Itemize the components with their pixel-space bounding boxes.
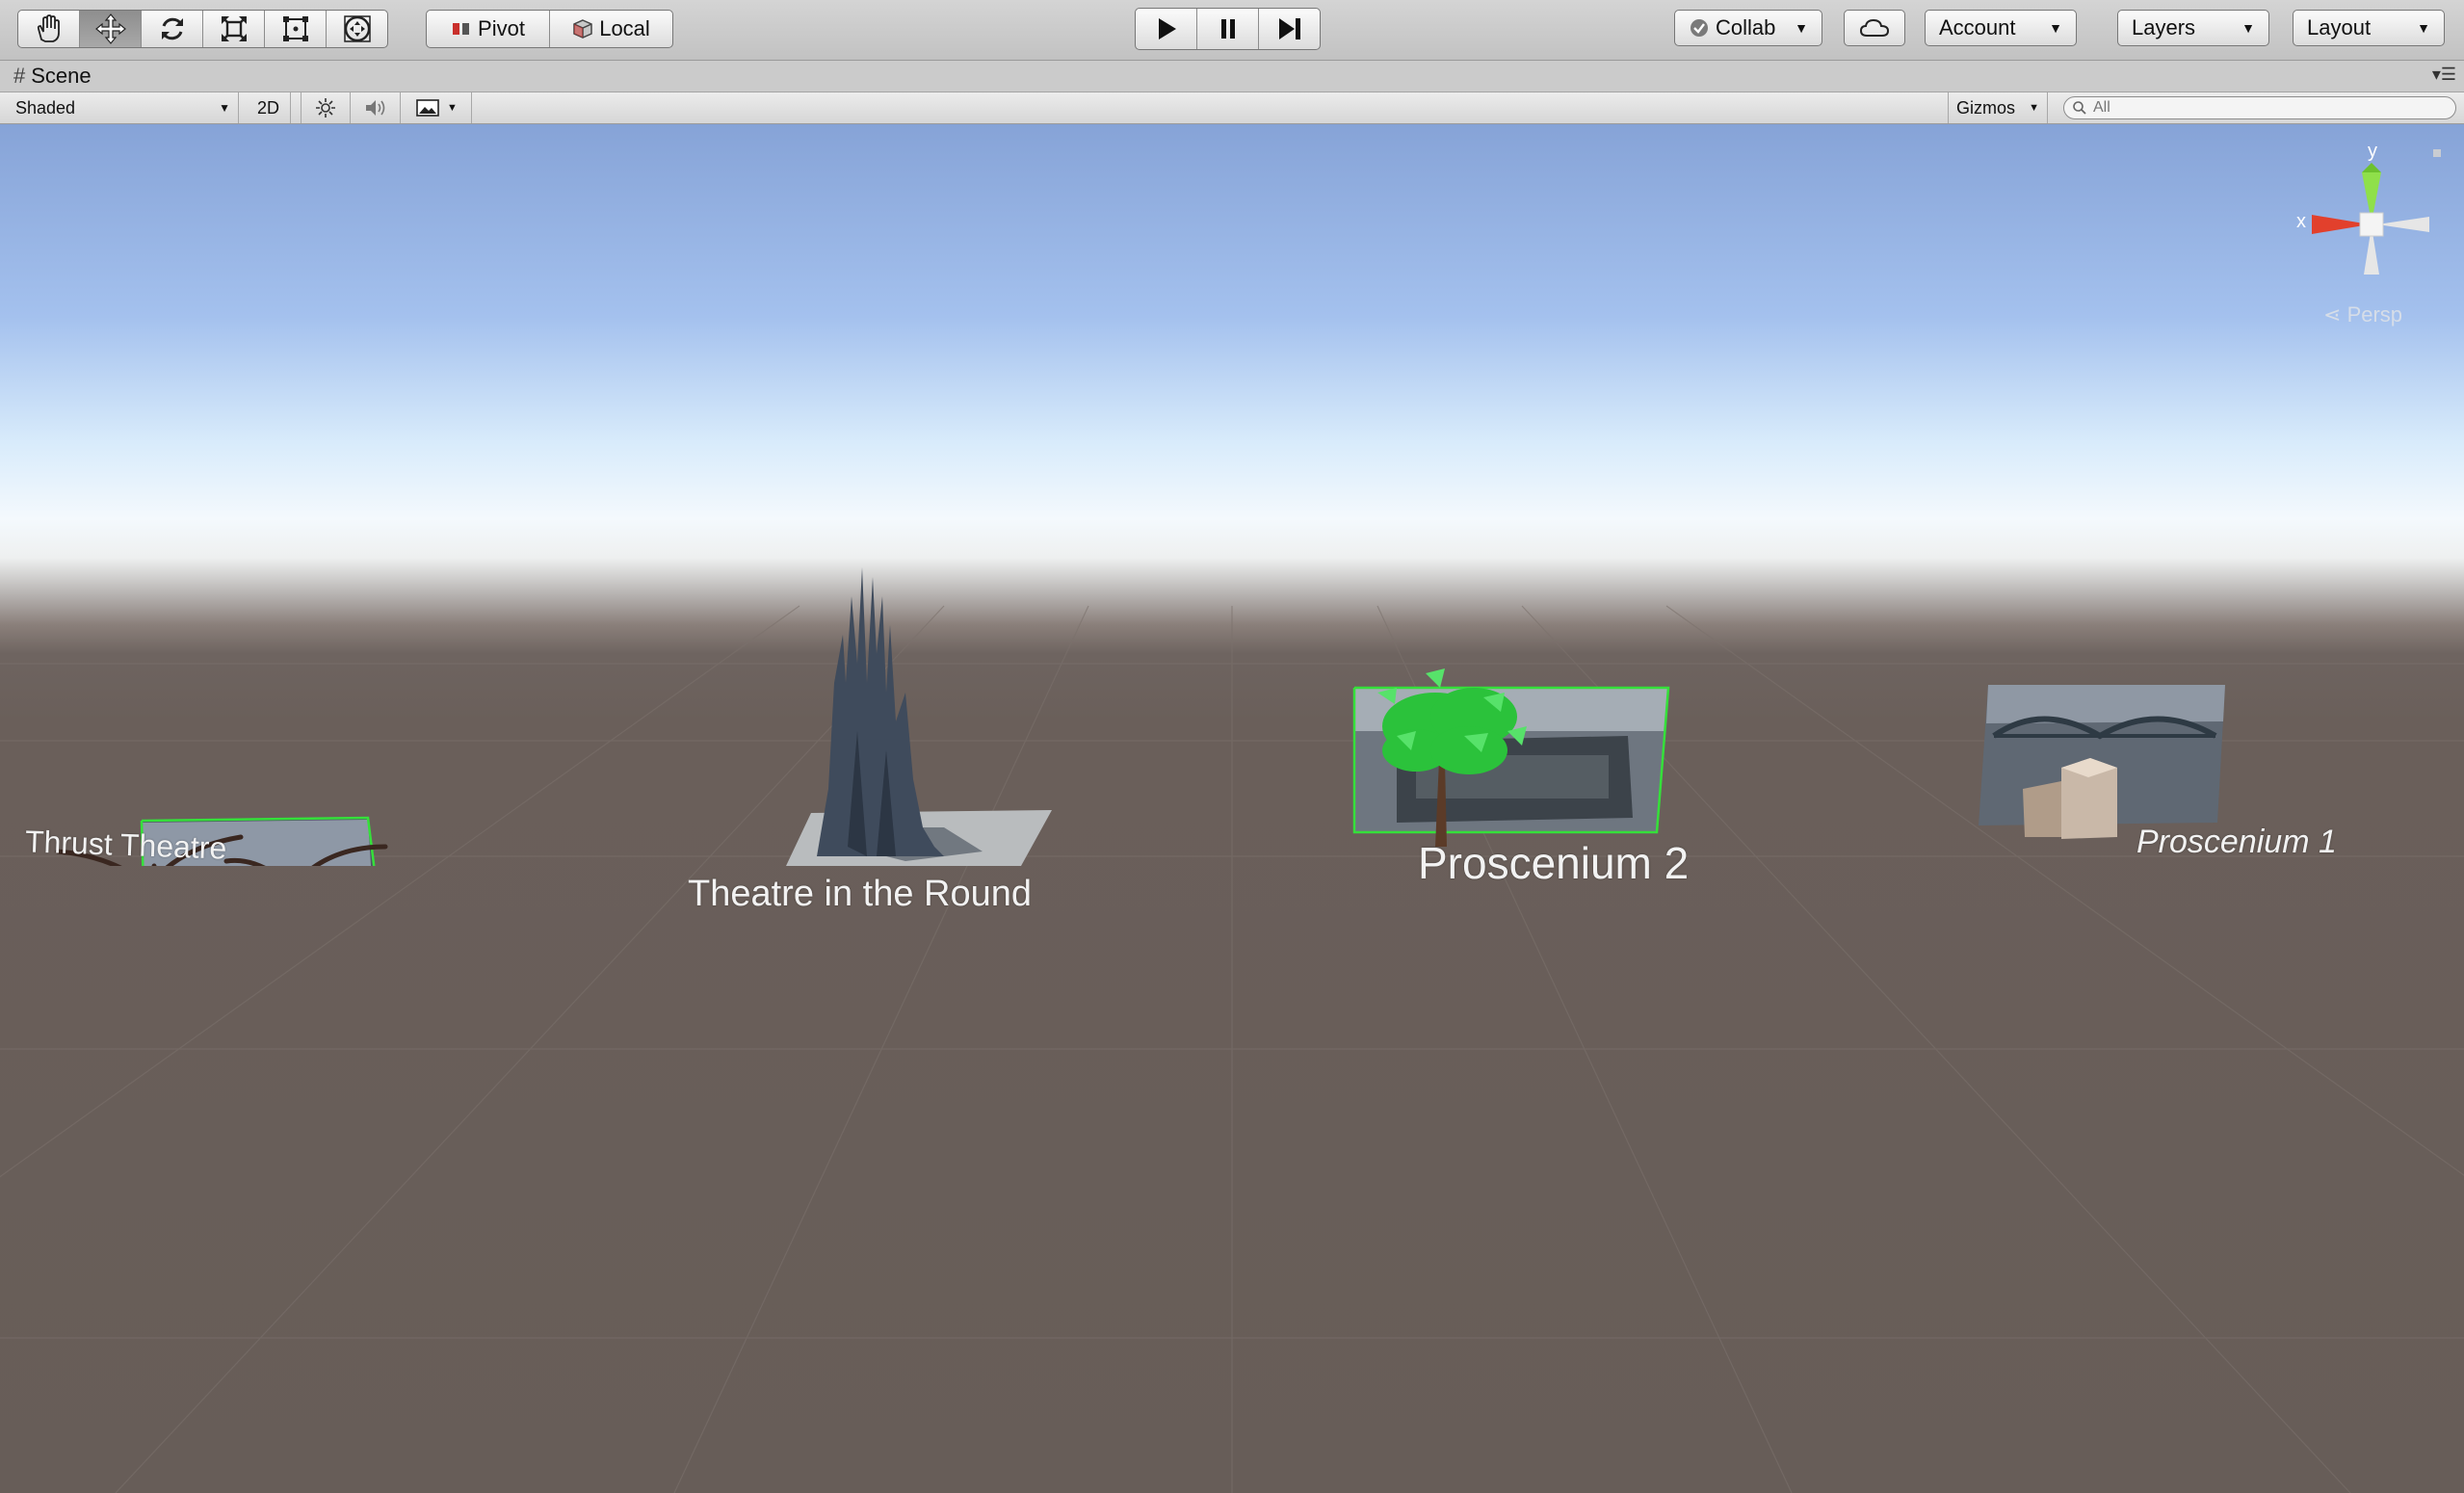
rotate-icon xyxy=(161,17,183,40)
search-icon xyxy=(2073,101,2086,115)
scale-icon xyxy=(221,16,247,41)
y-axis-label: y xyxy=(2368,141,2377,162)
play-icon xyxy=(1158,18,1176,39)
shading-mode-label: Shaded xyxy=(15,97,76,118)
main-toolbar: Pivot Local Collab ▼ Account ▼ Layers ▼ … xyxy=(0,0,2464,61)
gizmos-label: Gizmos xyxy=(1956,97,2016,118)
scene-tab-header: # Scene ▾☰ xyxy=(0,61,2464,92)
cloud-icon xyxy=(1859,18,1890,37)
rect-tool-button[interactable] xyxy=(265,11,327,47)
thrust-theatre-label: Thrust Theatre xyxy=(24,824,227,866)
transform-tool-button[interactable] xyxy=(327,11,387,47)
local-cube-icon xyxy=(573,19,592,39)
x-axis-label: x xyxy=(2296,211,2306,232)
collab-label: Collab xyxy=(1716,15,1776,39)
gizmo-center-cube[interactable] xyxy=(2359,212,2384,237)
scale-tool-button[interactable] xyxy=(203,11,265,47)
persp-arrow-icon: ⋖ xyxy=(2323,302,2342,327)
cloud-services-button[interactable] xyxy=(1844,10,1905,46)
scene-control-bar: Shaded ▼ 2D ▼ Gizmos ▼ xyxy=(0,92,2464,124)
chevron-down-icon: ▼ xyxy=(219,101,230,115)
scene-search-field[interactable] xyxy=(2063,96,2456,119)
step-icon xyxy=(1278,18,1300,39)
proscenium-2-label: Proscenium 2 xyxy=(1418,838,1690,888)
grid-icon: # xyxy=(13,64,26,88)
pivot-label: Pivot xyxy=(478,16,525,40)
layers-label: Layers xyxy=(2132,15,2196,39)
chevron-down-icon: ▼ xyxy=(2417,20,2430,36)
shading-mode-dropdown[interactable]: Shaded ▼ xyxy=(0,92,239,123)
audio-toggle[interactable] xyxy=(351,92,401,123)
tab-menu-icon[interactable]: ▾☰ xyxy=(2432,65,2456,85)
chevron-down-icon: ▼ xyxy=(2049,20,2062,36)
tab-scene[interactable]: # Scene xyxy=(13,64,92,89)
chevron-down-icon: ▼ xyxy=(2241,20,2255,36)
2d-label: 2D xyxy=(256,97,279,118)
pivot-icon xyxy=(453,23,470,35)
move-arrows-icon xyxy=(94,13,126,44)
transform-tools xyxy=(17,10,388,48)
neg-x-axis-cone[interactable] xyxy=(2377,217,2429,232)
search-input[interactable] xyxy=(2091,98,2442,118)
pause-icon xyxy=(1220,19,1235,39)
pivot-rotation-toggle: Pivot Local xyxy=(426,10,673,48)
image-icon xyxy=(416,99,439,117)
play-button[interactable] xyxy=(1136,9,1197,49)
move-tool-button[interactable] xyxy=(80,11,142,47)
pause-button[interactable] xyxy=(1197,9,1259,49)
scene-tab-title: Scene xyxy=(31,64,92,88)
play-controls xyxy=(1135,8,1321,50)
theatre-in-the-round-object[interactable] xyxy=(713,538,1060,904)
chevron-down-icon: ▼ xyxy=(1795,20,1808,36)
persp-text: Persp xyxy=(2346,302,2403,327)
account-dropdown[interactable]: Account ▼ xyxy=(1925,10,2077,46)
scene-viewport[interactable]: Thrust Theatre Theatre in the Round Pros… xyxy=(0,124,2464,1493)
hand-icon xyxy=(37,14,60,42)
layout-label: Layout xyxy=(2307,15,2372,39)
proscenium-1-label: Proscenium 1 xyxy=(2136,824,2337,860)
effects-dropdown[interactable]: ▼ xyxy=(403,92,472,123)
account-label: Account xyxy=(1939,15,2016,39)
chevron-down-icon: ▼ xyxy=(2029,102,2039,114)
2d-mode-toggle[interactable]: 2D xyxy=(247,92,291,123)
layers-dropdown[interactable]: Layers ▼ xyxy=(2117,10,2269,46)
layout-dropdown[interactable]: Layout ▼ xyxy=(2293,10,2445,46)
lighting-toggle[interactable] xyxy=(301,92,351,123)
scene-orientation-gizmo[interactable]: y x xyxy=(2293,134,2447,327)
local-button[interactable]: Local xyxy=(550,11,672,47)
step-button[interactable] xyxy=(1259,9,1320,49)
sun-icon xyxy=(316,98,335,118)
persp-label[interactable]: ⋖ Persp xyxy=(2323,302,2402,327)
gizmos-dropdown[interactable]: Gizmos ▼ xyxy=(1948,92,2048,123)
lock-icon[interactable] xyxy=(2433,149,2441,157)
pivot-button[interactable]: Pivot xyxy=(427,11,550,47)
theatre-in-the-round-label: Theatre in the Round xyxy=(688,874,1033,914)
speaker-icon xyxy=(365,100,384,116)
rect-transform-icon xyxy=(282,16,308,41)
checkmark-icon xyxy=(1691,19,1708,37)
transform-icon xyxy=(343,15,371,42)
collab-dropdown[interactable]: Collab ▼ xyxy=(1674,10,1822,46)
rotate-tool-button[interactable] xyxy=(142,11,203,47)
hand-tool-button[interactable] xyxy=(18,11,80,47)
local-label: Local xyxy=(599,16,650,40)
chevron-down-icon: ▼ xyxy=(447,102,458,114)
